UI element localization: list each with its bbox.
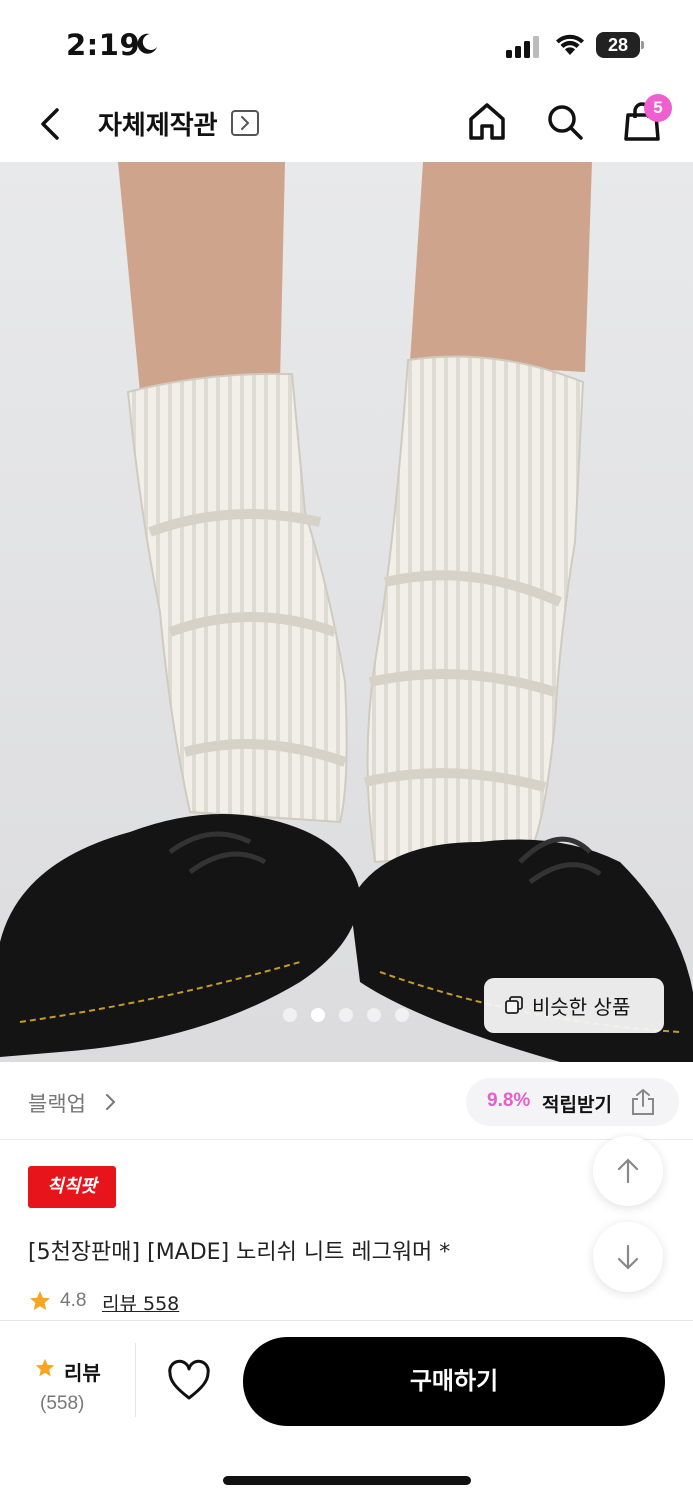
points-pill[interactable]: 9.8% 적립받기 [466,1078,679,1126]
top-nav: 자체제작관 [0,90,693,162]
similar-products-button[interactable]: 비슷한 상품 [484,978,664,1033]
status-time: 2:19 [66,28,141,62]
bottom-action-bar: 리뷰 (558) 구매하기 [0,1320,693,1500]
product-image[interactable] [0,162,693,1062]
status-bar: 2:19 28 [0,0,693,90]
points-percent: 9.8% [487,1090,531,1111]
store-title[interactable]: 자체제작관 [98,105,218,142]
review-summary-button[interactable]: 리뷰 (558) [30,1355,110,1415]
review-label: 리뷰 [64,1361,101,1385]
star-icon [35,1358,55,1377]
review-count: (558) [40,1393,85,1414]
brand-row: 블랙업 9.8% 적립받기 [0,1062,693,1140]
review-link[interactable]: 리뷰 558 [102,1289,179,1316]
arrow-down-icon [617,1244,639,1270]
buy-button[interactable]: 구매하기 [243,1337,665,1426]
store-link-chevron-icon[interactable] [231,110,259,136]
brand-name[interactable]: 블랙업 [28,1088,86,1118]
gallery-dot[interactable] [339,1008,353,1022]
signal-icon [506,36,539,58]
gallery-dot[interactable] [367,1008,381,1022]
wifi-icon [556,34,584,55]
gallery-dot[interactable] [283,1008,297,1022]
share-icon[interactable] [628,1087,658,1117]
scroll-up-button[interactable] [593,1136,663,1206]
gallery-dot-active[interactable] [311,1008,325,1022]
search-icon[interactable] [543,100,587,144]
home-indicator [223,1476,471,1485]
chevron-right-icon[interactable] [104,1092,118,1112]
rating-value: 4.8 [60,1290,87,1311]
star-icon [30,1291,50,1310]
divider [135,1343,136,1417]
product-photo [0,162,693,1062]
heart-icon[interactable] [166,1359,212,1403]
gallery-dot[interactable] [395,1008,409,1022]
copy-icon [505,996,523,1014]
home-icon[interactable] [465,100,509,144]
battery-icon: 28 [596,32,644,58]
chevron-left-icon[interactable] [30,102,70,146]
cart-count-badge: 5 [644,94,672,122]
similar-products-label: 비슷한 상품 [532,995,631,1019]
product-title: [5천장판매] [MADE] 노리쉬 니트 레그워머 * [28,1240,451,1265]
moon-icon [137,33,157,54]
promo-badge: 칙칙팟 [28,1166,116,1208]
points-label: 적립받기 [542,1094,612,1116]
arrow-up-icon [617,1158,639,1184]
scroll-down-button[interactable] [593,1222,663,1292]
battery-level: 28 [607,35,629,55]
